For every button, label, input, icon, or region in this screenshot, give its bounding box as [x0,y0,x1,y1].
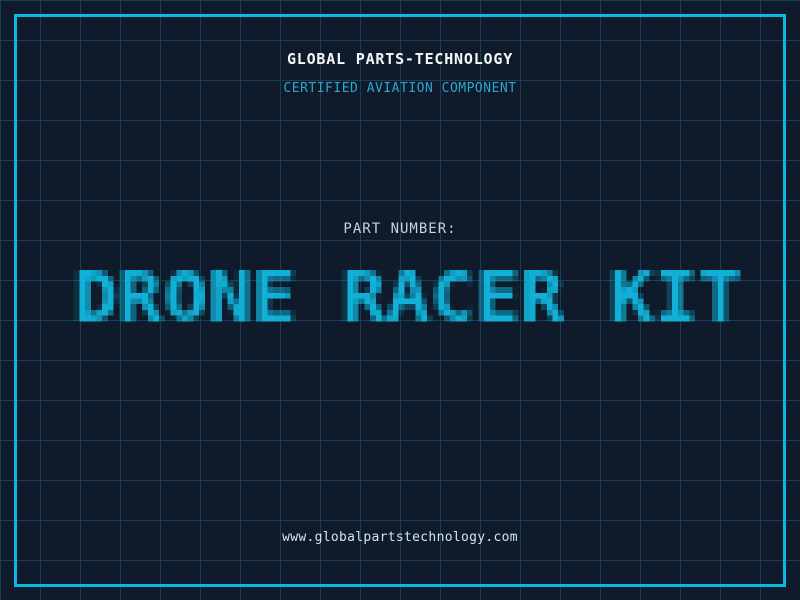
certification-tagline: CERTIFIED AVIATION COMPONENT [283,81,517,96]
part-number-label: PART NUMBER: [343,221,457,237]
blueprint-label-page: { "header": { "company": "GLOBAL PARTS-T… [0,0,800,600]
company-name: GLOBAL PARTS-TECHNOLOGY [286,50,514,68]
part-number-display [67,253,752,344]
part-number-row [0,253,800,344]
website-url: www.globalpartstechnology.com [282,530,518,545]
